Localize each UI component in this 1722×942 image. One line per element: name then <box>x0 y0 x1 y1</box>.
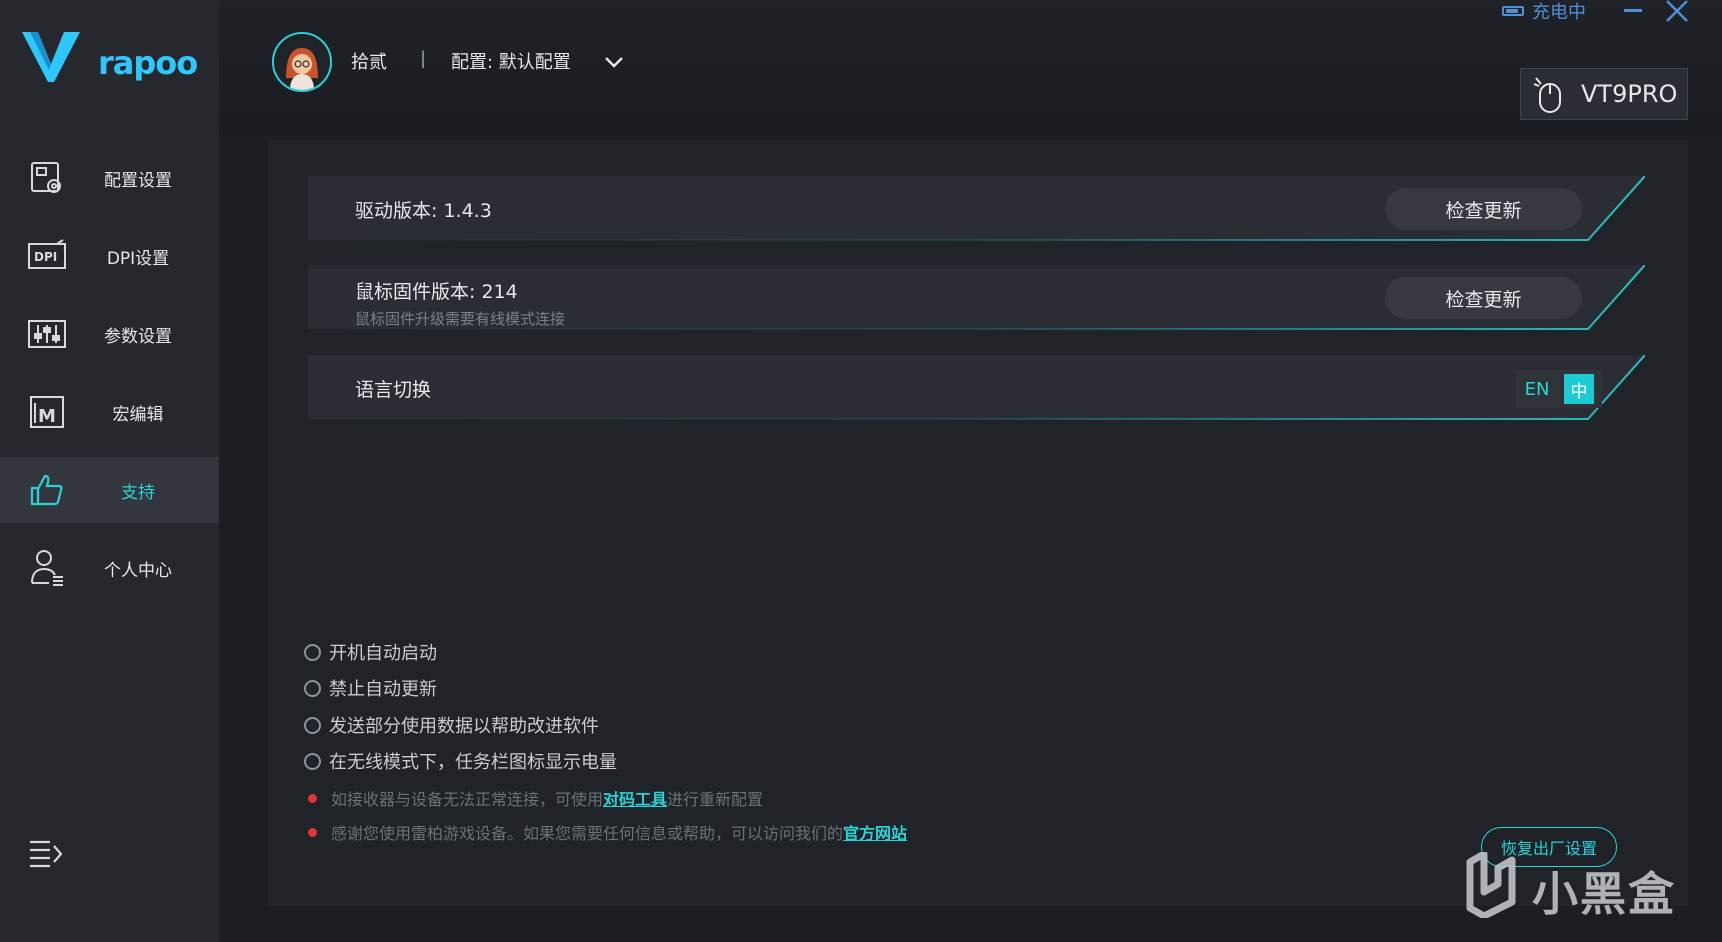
sidebar-item-label: DPI设置 <box>106 248 170 269</box>
option-disable-auto-update[interactable]: 禁止自动更新 <box>304 675 437 701</box>
sidebar-item-label: 宏编辑 <box>112 404 164 425</box>
language-toggle: EN 中 <box>1516 370 1602 408</box>
sidebar-item-user-center[interactable]: 个人中心 <box>0 535 219 601</box>
device-name: VT9PRO <box>1581 80 1678 108</box>
watermark: 小黑盒 <box>1462 852 1677 924</box>
brand-wordmark: rapoo <box>98 44 198 82</box>
sidebar: rapoo 配置设置 DPI DPI设置 参数设置 M 宏编辑 支持 个人中心 <box>0 0 219 942</box>
macro-icon: M <box>26 392 68 432</box>
note-dot-icon <box>308 827 317 837</box>
top-bar <box>219 0 1722 130</box>
battery-icon <box>1502 6 1524 16</box>
charging-text: 充电中 <box>1532 2 1586 23</box>
sidebar-item-dpi[interactable]: DPI DPI设置 <box>0 223 219 289</box>
sidebar-item-params[interactable]: 参数设置 <box>0 301 219 367</box>
website-note: 感谢您使用雷柏游戏设备。如果您需要任何信息或帮助，可以访问我们的 官方网站 <box>308 820 907 844</box>
v-logo-icon <box>22 32 80 82</box>
sidebar-item-macro[interactable]: M 宏编辑 <box>0 379 219 445</box>
driver-check-update-button[interactable]: 检查更新 <box>1385 188 1582 230</box>
pairing-note: 如接收器与设备无法正常连接，可使用 对码工具 进行重新配置 <box>308 786 763 810</box>
dpi-icon: DPI <box>26 236 68 276</box>
sidebar-item-label: 参数设置 <box>104 326 172 347</box>
firmware-check-update-button[interactable]: 检查更新 <box>1385 277 1582 319</box>
note-text: 感谢您使用雷柏游戏设备。如果您需要任何信息或帮助，可以访问我们的 <box>331 824 844 843</box>
svg-text:M: M <box>38 406 56 427</box>
radio-button[interactable] <box>304 716 321 734</box>
radio-button[interactable] <box>304 679 321 697</box>
radio-button[interactable] <box>304 752 321 770</box>
note-text: 进行重新配置 <box>667 790 764 809</box>
sidebar-item-label: 个人中心 <box>104 560 172 581</box>
firmware-version-text: 鼠标固件版本: 214 <box>355 281 518 303</box>
sidebar-item-label: 支持 <box>121 482 155 503</box>
close-icon <box>1666 0 1688 22</box>
firmware-hint-text: 鼠标固件升级需要有线模式连接 <box>355 310 566 328</box>
option-label: 在无线模式下，任务栏图标显示电量 <box>329 752 617 773</box>
sidebar-item-label: 配置设置 <box>104 170 172 191</box>
username: 拾贰 <box>351 52 387 73</box>
minimize-button[interactable] <box>1621 0 1645 22</box>
avatar[interactable] <box>272 32 332 92</box>
option-taskbar-battery[interactable]: 在无线模式下，任务栏图标显示电量 <box>304 748 617 774</box>
header-separator: | <box>420 48 427 69</box>
profile-selector-label[interactable]: 配置: 默认配置 <box>451 48 571 74</box>
language-row: 语言切换 EN 中 <box>308 355 1645 421</box>
option-auto-start[interactable]: 开机自动启动 <box>304 639 437 665</box>
close-button[interactable] <box>1664 0 1690 22</box>
option-label: 开机自动启动 <box>329 643 437 664</box>
radio-button[interactable] <box>304 643 321 661</box>
watermark-text: 小黑盒 <box>1532 867 1676 921</box>
svg-text:DPI: DPI <box>34 250 57 264</box>
driver-version-text: 驱动版本: 1.4.3 <box>355 200 492 222</box>
official-website-link[interactable]: 官方网站 <box>843 820 907 844</box>
firmware-version-row: 鼠标固件版本: 214 鼠标固件升级需要有线模式连接 检查更新 <box>308 265 1645 331</box>
heybox-logo-icon <box>1466 852 1516 918</box>
note-text: 如接收器与设备无法正常连接，可使用 <box>331 790 604 809</box>
driver-version-row: 驱动版本: 1.4.3 检查更新 <box>308 176 1645 242</box>
chevron-down-icon[interactable] <box>602 50 626 74</box>
charging-status: 充电中 <box>1502 0 1586 23</box>
language-zh-option[interactable]: 中 <box>1564 374 1594 404</box>
option-send-usage-data[interactable]: 发送部分使用数据以帮助改进软件 <box>304 712 599 738</box>
language-switch-label: 语言切换 <box>355 379 432 401</box>
device-selector[interactable]: VT9PRO <box>1520 68 1688 120</box>
menu-collapse-icon[interactable] <box>28 838 68 874</box>
support-panel: 驱动版本: 1.4.3 检查更新 鼠标固件版本: 214 鼠标固件升级需要有线模… <box>268 140 1688 906</box>
pairing-tool-link[interactable]: 对码工具 <box>603 786 667 810</box>
thumbs-up-icon <box>26 470 68 510</box>
sliders-icon <box>26 314 68 354</box>
sidebar-item-support[interactable]: 支持 <box>0 457 219 523</box>
profile-config-icon <box>26 158 68 198</box>
note-dot-icon <box>308 793 317 803</box>
brand-logo: rapoo <box>22 30 202 90</box>
user-icon <box>26 548 68 588</box>
option-label: 发送部分使用数据以帮助改进软件 <box>329 716 599 737</box>
language-en-option[interactable]: EN <box>1516 379 1558 400</box>
sidebar-item-profile-config[interactable]: 配置设置 <box>0 145 219 211</box>
option-label: 禁止自动更新 <box>329 679 437 700</box>
mouse-icon <box>1533 77 1561 113</box>
